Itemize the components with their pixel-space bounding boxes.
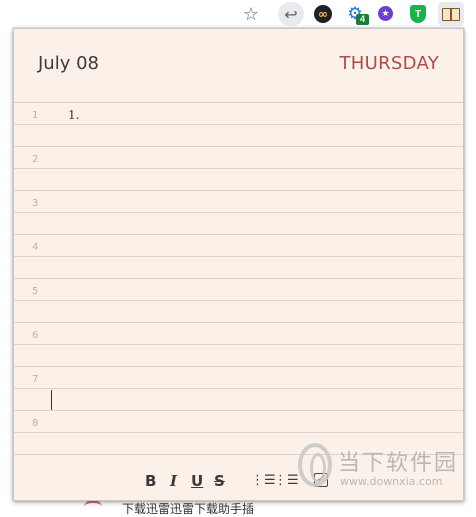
note-line[interactable] xyxy=(14,389,463,411)
back-arrow-icon[interactable]: ↩ xyxy=(278,2,304,26)
note-line[interactable] xyxy=(14,213,463,235)
browser-toolbar: ☆ ↩ ∞ ⚙ 4 ★ T xyxy=(0,0,476,28)
note-line[interactable]: 1 1. xyxy=(14,103,463,125)
note-line[interactable] xyxy=(14,345,463,367)
bullet-list-icon[interactable]: ⋮☰ xyxy=(274,472,299,490)
line-number: 1 xyxy=(32,110,39,121)
note-lines[interactable]: 1 1. 2 3 4 5 6 7 8 xyxy=(14,103,463,455)
note-line[interactable]: 4 xyxy=(14,235,463,257)
star-icon[interactable]: ☆ xyxy=(240,3,262,25)
ordered-list-icon[interactable]: ⋮☰ xyxy=(251,472,276,490)
note-line[interactable]: 3 xyxy=(14,191,463,213)
note-line[interactable] xyxy=(14,125,463,147)
notepad-header: July 08 THURSDAY xyxy=(14,29,463,103)
bold-button[interactable]: B xyxy=(145,472,156,490)
note-line[interactable] xyxy=(14,169,463,191)
background-decoration xyxy=(84,500,102,514)
purple-star-icon[interactable]: ★ xyxy=(378,6,393,21)
strikethrough-button[interactable]: S xyxy=(214,472,225,490)
note-line[interactable] xyxy=(14,433,463,455)
note-line[interactable]: 8 xyxy=(14,411,463,433)
note-line[interactable] xyxy=(14,301,463,323)
line-text: 1. xyxy=(68,108,80,122)
note-line[interactable]: 2 xyxy=(14,147,463,169)
line-number: 8 xyxy=(32,418,39,429)
line-number: 5 xyxy=(32,286,39,297)
line-number: 4 xyxy=(32,242,39,253)
extension-badge: 4 xyxy=(356,14,369,25)
checkbox-icon[interactable]: ✓ xyxy=(314,473,328,487)
note-line[interactable]: 7 xyxy=(14,367,463,389)
italic-button[interactable]: I xyxy=(170,472,177,490)
text-caret xyxy=(51,390,52,410)
infinity-icon[interactable]: ∞ xyxy=(314,5,332,23)
line-number: 6 xyxy=(32,330,39,341)
background-text: 下载迅雷迅雷下载助手插 xyxy=(122,502,255,516)
note-line[interactable] xyxy=(14,257,463,279)
line-number: 3 xyxy=(32,198,39,209)
note-line[interactable]: 5 xyxy=(14,279,463,301)
underline-button[interactable]: U xyxy=(191,472,203,490)
line-number: 7 xyxy=(32,374,39,385)
line-number: 2 xyxy=(32,154,39,165)
weekday-label: THURSDAY xyxy=(339,53,439,74)
notebook-icon[interactable] xyxy=(438,2,464,26)
format-toolbar: B I U S ⋮☰ ⋮☰ ✓ xyxy=(14,460,463,500)
note-line[interactable]: 6 xyxy=(14,323,463,345)
date-label: July 08 xyxy=(38,53,99,74)
notepad-popup: July 08 THURSDAY 1 1. 2 3 4 5 6 7 8 B I U S ⋮☰ ⋮… xyxy=(13,28,464,501)
shield-icon[interactable]: T xyxy=(410,5,426,23)
